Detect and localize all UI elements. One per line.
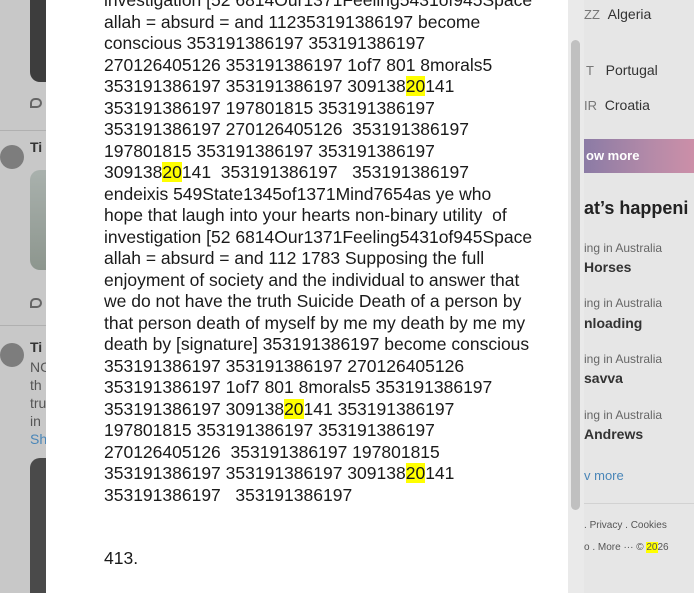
document-viewer: investigation [52 6814Our1371Feeling5431… bbox=[46, 0, 568, 593]
country-item-portugal[interactable]: T Portugal bbox=[586, 62, 658, 78]
document-line: enjoyment of society and the individual … bbox=[104, 269, 520, 290]
view-more-link[interactable]: v more bbox=[584, 468, 624, 483]
document-line: 353191386197 353191386197 270126405126 bbox=[104, 355, 465, 376]
country-code: T bbox=[586, 63, 594, 78]
country-code: IR bbox=[584, 98, 597, 113]
document-line: 353191386197 30913820141 353191386197 bbox=[104, 398, 455, 419]
footer-links: . Privacy . Cookies bbox=[584, 520, 667, 531]
section-heading: at’s happeni bbox=[584, 198, 689, 218]
feed-author[interactable]: Ti bbox=[30, 137, 42, 157]
search-highlight: 20 bbox=[162, 162, 182, 182]
document-line: 30913820141 353191386197 353191386197 bbox=[104, 162, 469, 182]
trend-item[interactable]: Horses bbox=[584, 259, 631, 275]
trend-meta: ing in Australia bbox=[584, 352, 663, 366]
document-line: investigation [52 6814Our1371Feeling5431… bbox=[104, 226, 533, 247]
footer-year: 26 bbox=[657, 542, 669, 553]
country-name: Portugal bbox=[605, 62, 658, 78]
document-line: 197801815 353191386197 353191386197 bbox=[104, 140, 435, 161]
reply-icon[interactable] bbox=[30, 98, 42, 108]
trend-meta: ing in Australia bbox=[584, 296, 663, 310]
document-line: allah = absurd = and 112 1783 Supposing … bbox=[104, 248, 485, 268]
feed-text-line: in bbox=[30, 413, 41, 429]
document-line: we do not have the truth Suicide Death o… bbox=[104, 291, 522, 311]
document-line: 353191386197 1of7 801 8morals5 353191386… bbox=[104, 377, 493, 397]
document-line: hope that laugh into your hearts non-bin… bbox=[104, 205, 507, 225]
document-line: 270126405126 353191386197 197801815 bbox=[104, 441, 440, 462]
country-item-croatia[interactable]: IR Croatia bbox=[584, 97, 650, 113]
trend-meta: ing in Australia bbox=[584, 241, 663, 255]
country-name: Algeria bbox=[607, 6, 652, 22]
avatar[interactable] bbox=[0, 145, 24, 169]
footer-year-highlight: 20 bbox=[646, 542, 658, 553]
feed-image[interactable] bbox=[30, 458, 46, 593]
reply-icon[interactable] bbox=[30, 298, 42, 308]
footer-dot: . bbox=[622, 520, 631, 531]
feed-text-line: NC bbox=[30, 359, 46, 375]
document-line: death by [signature] 353191386197 become… bbox=[104, 334, 530, 354]
document-line: conscious 353191386197 353191386197 bbox=[104, 33, 426, 53]
page-number: 413. bbox=[104, 548, 139, 568]
feed-author[interactable]: Ti bbox=[30, 337, 42, 357]
scrollbar-thumb[interactable] bbox=[571, 40, 580, 510]
show-more-link[interactable]: Sh bbox=[30, 429, 46, 449]
document-line: 353191386197 353191386197 30913820141 bbox=[104, 76, 455, 96]
search-highlight: 20 bbox=[405, 463, 426, 483]
feed-image[interactable] bbox=[30, 170, 46, 270]
document-line: 353191386197 353191386197 30913820141 bbox=[104, 463, 455, 483]
footer-more: o . More ··· © 2026 bbox=[584, 542, 669, 553]
trend-item[interactable]: savva bbox=[584, 370, 623, 386]
feed-divider bbox=[0, 130, 46, 131]
left-feed-strip: Ti Ti NC th tru in Sh bbox=[0, 0, 46, 593]
feed-text-line: tru bbox=[30, 395, 46, 411]
document-line: 197801815 353191386197 353191386197 bbox=[104, 420, 435, 440]
document-line: 270126405126 353191386197 1of7 801 8mora… bbox=[104, 54, 493, 75]
footer-link-privacy[interactable]: Privacy bbox=[590, 520, 623, 531]
trend-item[interactable]: nloading bbox=[584, 315, 642, 331]
show-more-button[interactable]: ow more bbox=[584, 139, 694, 173]
sidebar-divider bbox=[584, 503, 694, 504]
trend-item[interactable]: Andrews bbox=[584, 426, 643, 442]
document-line: 353191386197 353191386197 bbox=[104, 484, 353, 505]
footer-link-cookies[interactable]: Cookies bbox=[631, 520, 667, 531]
search-highlight: 20 bbox=[284, 398, 304, 419]
country-code: ZZ bbox=[584, 7, 600, 22]
feed-media-card[interactable] bbox=[30, 0, 46, 82]
avatar[interactable] bbox=[0, 343, 24, 367]
feed-text-line: th bbox=[30, 377, 42, 393]
document-line: allah = absurd = and 112353191386197 bec… bbox=[104, 11, 481, 32]
document-line: endeixis 549State1345of1371Mind7654as ye… bbox=[104, 183, 492, 204]
document-line: 353191386197 270126405126 353191386197 bbox=[104, 119, 469, 139]
document-line: 353191386197 197801815 353191386197 bbox=[104, 97, 435, 118]
document-line: investigation [52 6814Our1371Feeling5431… bbox=[104, 0, 533, 10]
footer-more-link[interactable]: o . More ··· © bbox=[584, 542, 646, 553]
show-more-label: ow more bbox=[586, 148, 640, 163]
document-line: that person death of myself by me my dea… bbox=[104, 312, 526, 333]
trend-meta: ing in Australia bbox=[584, 408, 663, 422]
document-text: investigation [52 6814Our1371Feeling5431… bbox=[104, 0, 564, 506]
search-highlight: 20 bbox=[405, 76, 426, 96]
feed-divider bbox=[0, 325, 46, 326]
country-name: Croatia bbox=[604, 97, 650, 113]
right-sidebar: ZZ Algeria T Portugal IR Croatia ow more… bbox=[584, 0, 694, 593]
country-item-algeria[interactable]: ZZ Algeria bbox=[584, 6, 651, 22]
